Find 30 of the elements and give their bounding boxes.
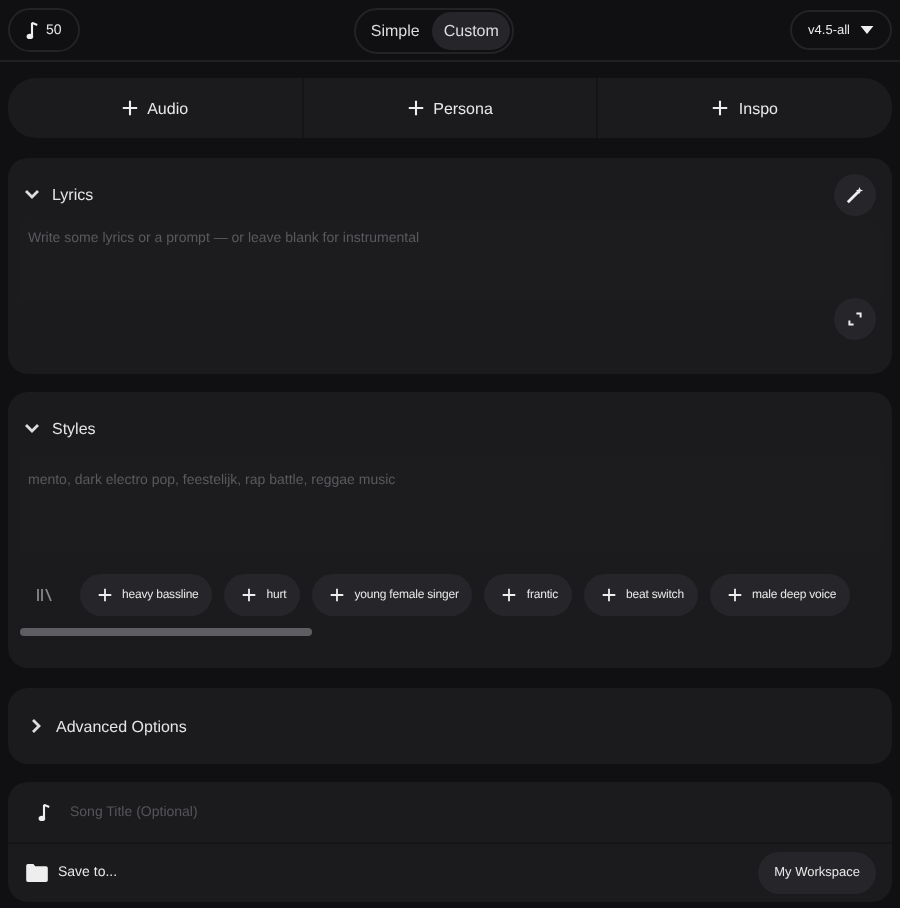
plus-icon <box>712 100 729 116</box>
expand-button[interactable] <box>834 298 876 340</box>
plus-icon <box>98 588 112 602</box>
plus-icon <box>602 588 617 602</box>
magic-wand-button[interactable] <box>834 173 876 215</box>
section-toggle[interactable]: Styles <box>24 419 96 437</box>
bars-slash-icon[interactable] <box>36 588 52 602</box>
caret-icon <box>860 26 874 34</box>
folder-icon <box>26 864 48 882</box>
plus-icon <box>330 588 345 602</box>
section-toggle[interactable]: Advanced Options <box>28 717 187 735</box>
plus-icon <box>502 588 517 602</box>
plus-icon <box>121 100 138 116</box>
add-button[interactable]: Inspo <box>598 78 893 138</box>
section-toggle[interactable]: Lyrics <box>24 185 94 203</box>
magic-wand-icon <box>846 185 864 203</box>
plus-icon <box>727 588 742 602</box>
chevron-down-icon <box>24 420 40 436</box>
mode-tab[interactable]: Custom <box>431 11 511 49</box>
mode-tab[interactable]: Simple <box>358 11 432 49</box>
expand-icon <box>848 312 862 326</box>
scrollbar[interactable] <box>20 628 312 636</box>
chevron-down-icon <box>24 186 40 202</box>
music-note-icon <box>38 803 50 821</box>
chevron-right-icon <box>28 718 44 734</box>
plus-icon <box>407 100 424 116</box>
add-button[interactable]: Persona <box>303 78 599 138</box>
plus-icon <box>242 588 257 602</box>
add-button[interactable]: Audio <box>8 78 304 138</box>
music-note-icon <box>26 21 38 39</box>
